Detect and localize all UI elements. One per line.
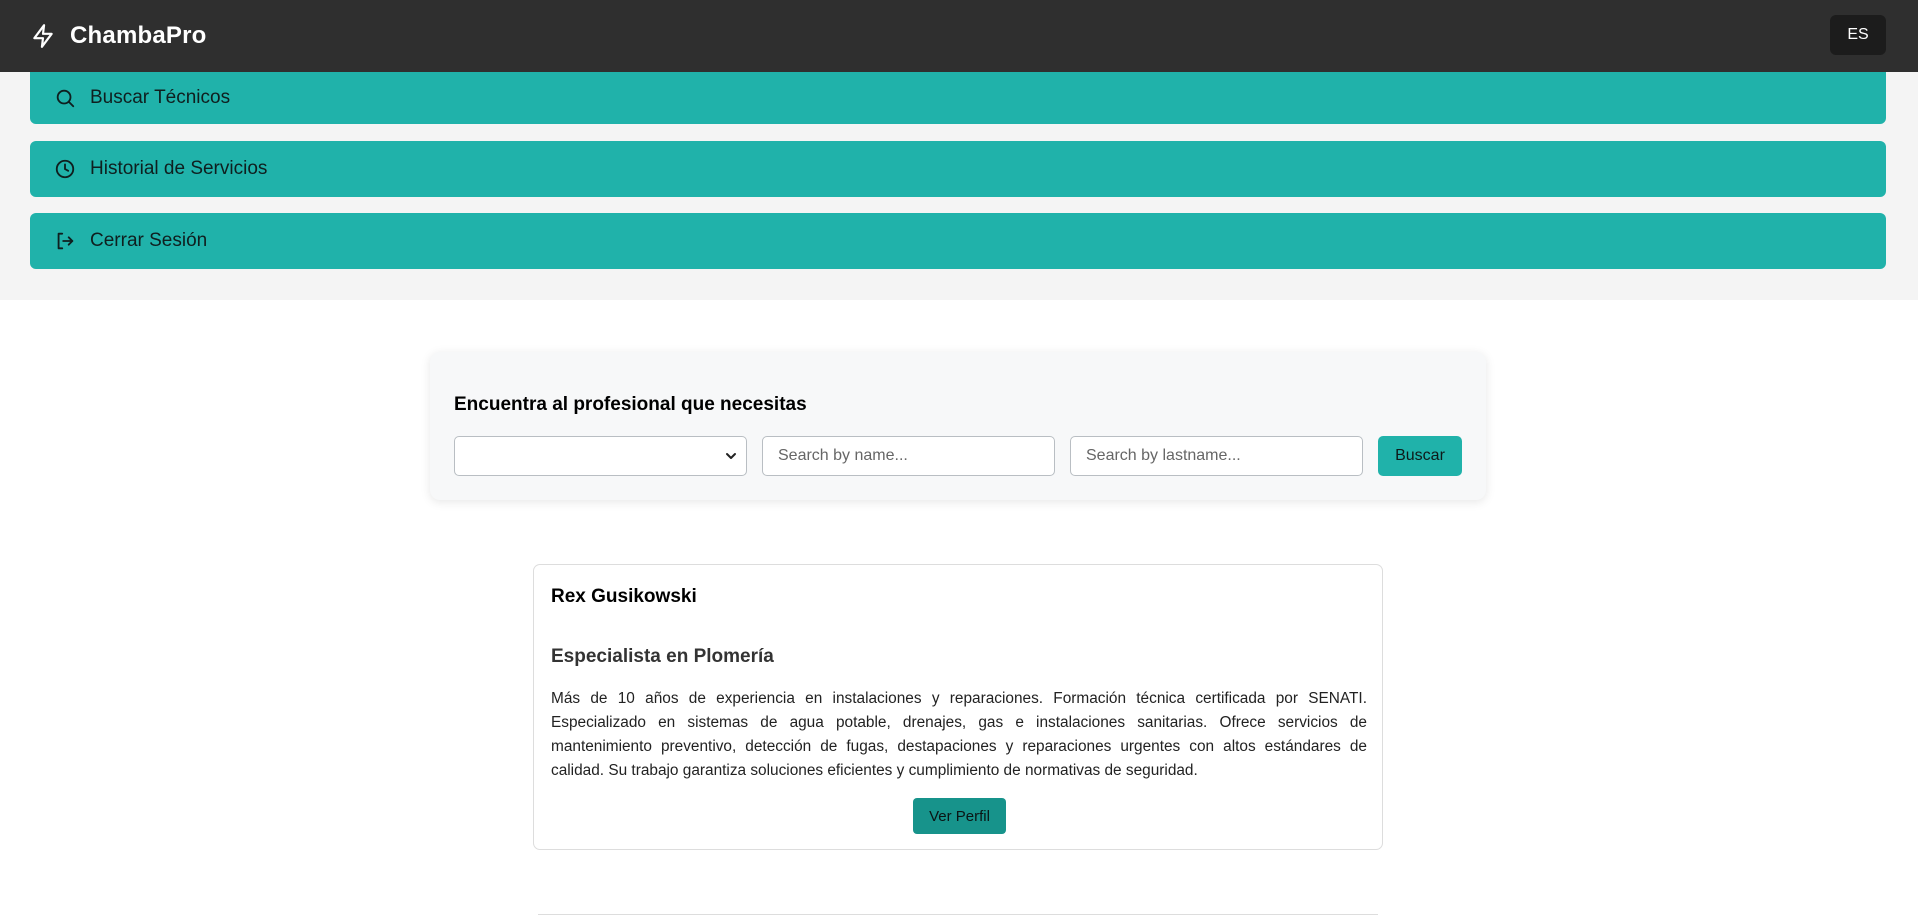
menu-item-cerrar-sesion[interactable]: Cerrar Sesión (30, 213, 1886, 269)
technician-description: Más de 10 años de experiencia en instala… (551, 690, 1367, 779)
menu-item-label: Buscar Técnicos (90, 87, 231, 108)
menu-item-historial-servicios[interactable]: Historial de Servicios (30, 141, 1886, 197)
lastname-search-input[interactable] (1070, 436, 1363, 476)
brand[interactable]: ChambaPro (30, 22, 207, 50)
top-navbar: ChambaPro ES (0, 0, 1918, 72)
menu-item-buscar-tecnicos[interactable]: Buscar Técnicos (30, 72, 1886, 124)
search-panel: Encuentra al profesional que necesitas B… (430, 352, 1486, 500)
search-title: Encuentra al profesional que necesitas (454, 394, 807, 415)
name-search-input[interactable] (762, 436, 1055, 476)
lightning-icon (33, 24, 53, 48)
clock-icon (55, 159, 75, 179)
technician-name: Rex Gusikowski (551, 586, 697, 607)
technician-card: Rex Gusikowski Especialista en Plomería … (533, 564, 1383, 850)
brand-name: ChambaPro (70, 22, 207, 49)
language-toggle[interactable]: ES (1830, 15, 1886, 55)
search-icon (56, 89, 75, 108)
logout-icon (57, 232, 74, 250)
category-select[interactable] (454, 436, 747, 476)
search-button[interactable]: Buscar (1378, 436, 1462, 476)
view-profile-button[interactable]: Ver Perfil (913, 798, 1006, 834)
menu-item-label: Cerrar Sesión (90, 230, 208, 251)
main-menu: Buscar Técnicos Historial de Servicios C… (0, 72, 1918, 300)
menu-item-label: Historial de Servicios (90, 158, 268, 179)
technician-specialty: Especialista en Plomería (551, 646, 774, 667)
chevron-down-icon (726, 453, 736, 459)
